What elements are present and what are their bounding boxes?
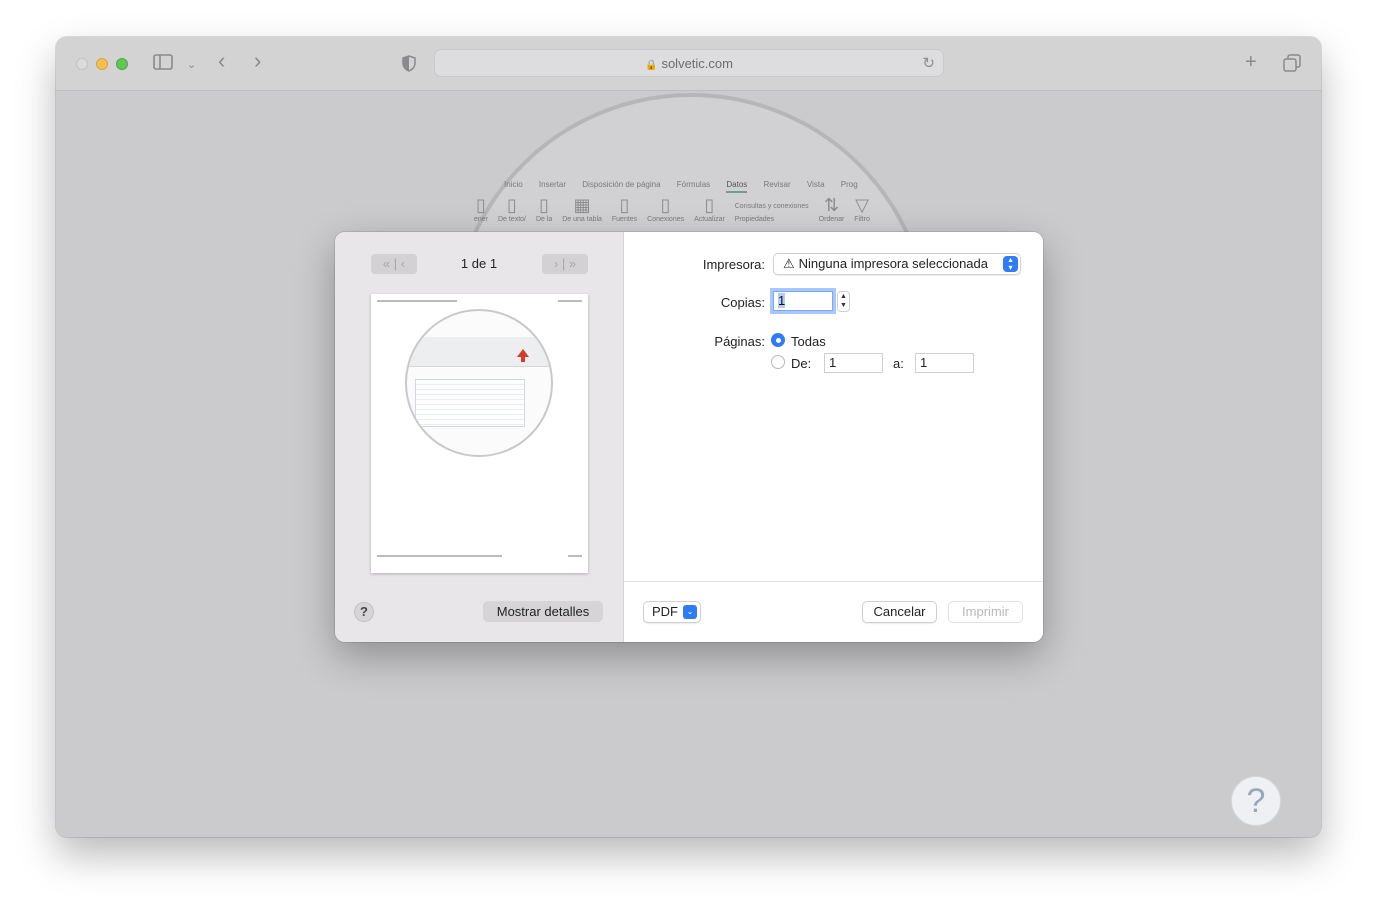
maximize-window-button[interactable] (116, 58, 128, 70)
address-bar[interactable]: 🔒 solvetic.com ↻ (434, 49, 944, 77)
cancel-button[interactable]: Cancelar (862, 601, 937, 623)
clock-document-icon: ▯ (619, 195, 630, 215)
forward-icon[interactable]: › (254, 50, 261, 72)
help-button[interactable]: ? (354, 602, 374, 622)
filter-icon: ▽ (855, 195, 869, 215)
warning-icon: ⚠ (783, 256, 795, 271)
ribbon-item: ▯ ener (474, 195, 489, 223)
solvetic-help-icon[interactable]: ? (1231, 776, 1281, 826)
print-dialog: « | ‹ 1 de 1 › | » ? Mostrar detalles Im… (335, 232, 1043, 642)
pages-from-label: De: (791, 356, 812, 371)
ribbon-tab: Inicio (504, 180, 523, 189)
settings-pane: Impresora: ⚠ Ninguna impresora selecciona… (624, 232, 1043, 642)
ribbon-item: ▯ Conexiones (647, 195, 685, 223)
refresh-icon: ▯ (704, 195, 715, 215)
ribbon-item: ▽ Filtro (854, 195, 870, 223)
ribbon-tab: Vista (806, 180, 825, 189)
print-button[interactable]: Imprimir (948, 601, 1023, 623)
ribbon-tab-active: Datos (726, 180, 748, 193)
preview-header (377, 300, 582, 306)
excel-ribbon-items: ▯ ener ▯ De texto/ ▯ De la ▦ De una tabla ▯ F… (474, 195, 878, 223)
pages-to-input[interactable]: 1 (915, 353, 974, 373)
pdf-label: PDF (652, 604, 678, 619)
printer-value: Ninguna impresora seleccionada (798, 256, 988, 271)
ribbon-item: ▯ De texto/ (497, 195, 526, 223)
ribbon-item: ▯ Actualizar (694, 195, 725, 223)
copies-input[interactable]: 1 (773, 291, 833, 311)
pages-to-label: a: (893, 356, 904, 371)
browser-toolbar: ⌄ ‹ › 🔒 solvetic.com ↻ + (56, 37, 1321, 91)
page-preview (371, 294, 588, 573)
first-prev-page-button[interactable]: « | ‹ (371, 254, 417, 274)
pages-from-input[interactable]: 1 (824, 353, 883, 373)
document-icon: ▯ (507, 195, 517, 215)
excel-ribbon-tabs: Inicio Insertar Disposición de página Fó… (504, 180, 872, 193)
reload-icon[interactable]: ↻ (922, 54, 935, 72)
copies-stepper[interactable]: ▲ ▼ (837, 291, 850, 312)
next-last-page-button[interactable]: › | » (542, 254, 588, 274)
red-arrow-icon (517, 349, 529, 362)
ribbon-item: ▦ De una tabla (562, 195, 602, 223)
pages-label: Páginas: (714, 334, 765, 349)
preview-image (405, 309, 553, 457)
table-icon: ▦ (573, 195, 591, 215)
ribbon-tab: Revisar (763, 180, 791, 189)
updown-chevron-icon: ▴ ▾ (1003, 256, 1018, 272)
ribbon-item: ▯ Fuentes (611, 195, 638, 223)
chevron-down-icon: ⌄ (683, 605, 697, 619)
preview-footer (377, 555, 582, 559)
plus-icon[interactable]: + (1245, 52, 1257, 72)
document-icon: ▯ (476, 195, 486, 215)
page-counter: 1 de 1 (460, 256, 498, 271)
ribbon-tab: Prog (840, 180, 858, 189)
connections-icon: ▯ (660, 195, 671, 215)
divider (624, 581, 1043, 582)
printer-select[interactable]: ⚠ Ninguna impresora seleccionada ▴ ▾ (773, 253, 1021, 275)
ribbon-item: ▯ De la (535, 195, 553, 223)
minimize-window-button[interactable] (96, 58, 108, 70)
url-text: solvetic.com (661, 56, 733, 71)
back-icon[interactable]: ‹ (218, 50, 225, 72)
pdf-menu-button[interactable]: PDF ⌄ (643, 601, 701, 623)
ribbon-tab: Disposición de página (582, 180, 661, 189)
copies-label: Copias: (720, 295, 765, 310)
preview-pane: « | ‹ 1 de 1 › | » ? Mostrar detalles (335, 232, 624, 642)
copies-value: 1 (778, 293, 786, 308)
ribbon-item: ⇅ Ordenar (818, 195, 845, 223)
pages-all-label: Todas (791, 334, 826, 349)
sort-icon: ⇅ (823, 195, 840, 215)
web-document-icon: ▯ (539, 195, 550, 215)
lock-icon: 🔒 (645, 60, 658, 71)
show-details-button[interactable]: Mostrar detalles (483, 601, 603, 622)
close-window-button[interactable] (76, 58, 88, 70)
pages-range-radio[interactable] (771, 355, 785, 369)
tabs-icon[interactable] (1283, 54, 1301, 75)
pages-all-radio[interactable] (771, 333, 785, 347)
ribbon-tab: Insertar (538, 180, 567, 189)
shield-icon[interactable] (402, 55, 416, 75)
printer-label: Impresora: (702, 257, 765, 272)
chevron-down-icon[interactable]: ⌄ (187, 56, 196, 74)
ribbon-tab: Fórmulas (676, 180, 711, 189)
ribbon-item: Consultas y conexiones Propiedades (734, 203, 809, 223)
sidebar-icon[interactable] (153, 54, 173, 73)
